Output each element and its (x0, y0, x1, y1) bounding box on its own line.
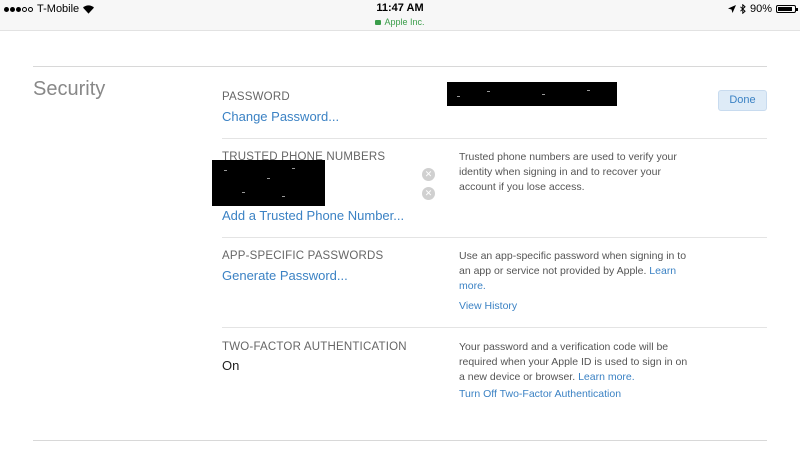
status-bar: T-Mobile 11:47 AM Apple Inc. 90% (0, 0, 800, 31)
status-right: 90% (727, 3, 798, 15)
generate-password-link[interactable]: Generate Password... (222, 268, 348, 283)
row-divider (222, 237, 767, 238)
add-trusted-phone-link[interactable]: Add a Trusted Phone Number... (222, 208, 404, 223)
app-passwords-description: Use an app-specific password when signin… (459, 249, 689, 294)
trusted-phone-description: Trusted phone numbers are used to verify… (459, 151, 677, 193)
section-top-divider (33, 66, 767, 67)
done-button[interactable]: Done (718, 90, 767, 111)
redacted-phone-numbers (212, 160, 325, 206)
battery-icon (776, 5, 798, 13)
row-divider (222, 138, 767, 139)
two-factor-learn-more-link[interactable]: Learn more. (578, 371, 635, 383)
two-factor-status: On (222, 358, 240, 373)
app-passwords-label: APP-SPECIFIC PASSWORDS (222, 250, 384, 262)
two-factor-description-text: Your password and a verification code wi… (459, 341, 688, 383)
address-bar[interactable]: Apple Inc. (0, 17, 800, 27)
bluetooth-icon (740, 4, 746, 14)
location-icon (727, 4, 736, 13)
two-factor-label: TWO-FACTOR AUTHENTICATION (222, 341, 407, 353)
remove-phone-2-button[interactable]: ✕ (422, 187, 435, 200)
section-title: Security (33, 78, 106, 100)
battery-level (778, 7, 793, 11)
url-text: Apple Inc. (384, 17, 425, 27)
status-center: 11:47 AM Apple Inc. (0, 2, 800, 27)
change-password-link[interactable]: Change Password... (222, 109, 339, 124)
row-divider (222, 327, 767, 328)
remove-phone-1-button[interactable]: ✕ (422, 168, 435, 181)
password-label: PASSWORD (222, 91, 290, 103)
redacted-password-info (447, 82, 617, 106)
turn-off-two-factor-link[interactable]: Turn Off Two-Factor Authentication (459, 388, 621, 400)
section-bottom-divider (33, 440, 767, 441)
lock-icon (375, 20, 382, 25)
view-history-link[interactable]: View History (459, 300, 517, 312)
battery-percent: 90% (749, 3, 772, 15)
status-time: 11:47 AM (376, 2, 424, 14)
two-factor-description: Your password and a verification code wi… (459, 340, 689, 385)
